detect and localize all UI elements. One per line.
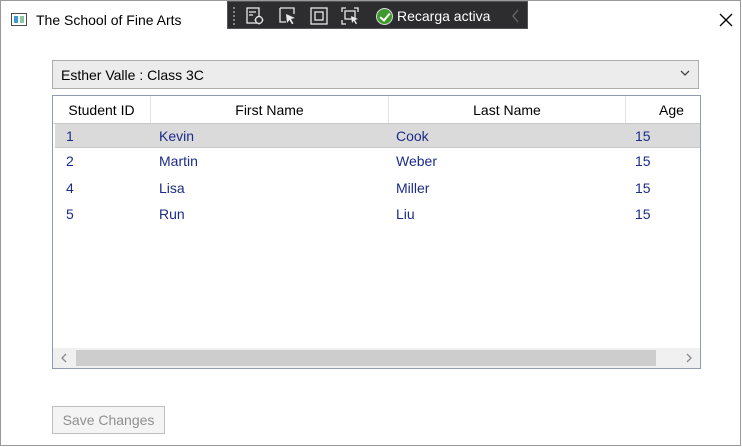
cell-age: 15	[635, 206, 651, 222]
hot-reload-status[interactable]: Recarga activa	[376, 7, 490, 25]
track-focus-icon	[341, 7, 359, 25]
window-app-icon	[11, 13, 27, 26]
column-header-student-id[interactable]: Student ID	[53, 96, 151, 123]
scroll-left-button[interactable]	[55, 350, 73, 366]
app-window: The School of Fine Arts Recarga activa E…	[0, 0, 741, 446]
check-circle-icon	[376, 7, 393, 25]
horizontal-scrollbar[interactable]	[53, 348, 700, 368]
close-icon	[719, 13, 733, 27]
cell-student-id: 4	[66, 180, 74, 196]
collapse-icon	[512, 9, 519, 23]
cell-student-id: 1	[66, 128, 74, 144]
toolbar-grip[interactable]	[232, 6, 236, 25]
cell-last-name: Liu	[396, 206, 415, 222]
select-element-icon	[279, 7, 295, 25]
cell-first-name: Run	[159, 206, 185, 222]
table-row[interactable]: 4 Lisa Miller 15	[55, 176, 700, 201]
chevron-right-icon	[686, 353, 692, 363]
track-focus-button[interactable]	[340, 6, 360, 26]
cell-last-name: Cook	[396, 128, 429, 144]
column-header-last-name[interactable]: Last Name	[389, 96, 626, 123]
cell-first-name: Kevin	[159, 128, 195, 144]
chevron-left-icon	[61, 353, 67, 363]
close-button[interactable]	[712, 1, 740, 39]
cell-age: 15	[635, 128, 651, 144]
save-changes-button[interactable]: Save Changes	[52, 406, 165, 434]
cell-age: 15	[635, 180, 651, 196]
class-selector[interactable]: Esther Valle : Class 3C	[52, 60, 699, 89]
scroll-right-button[interactable]	[680, 350, 698, 366]
table-row[interactable]: 5 Run Liu 15	[55, 202, 700, 227]
visual-tree-icon	[246, 7, 264, 25]
cell-student-id: 5	[66, 206, 74, 222]
datagrid-header: Student ID First Name Last Name Age	[53, 96, 700, 124]
chevron-down-icon	[680, 70, 690, 76]
scrollbar-thumb[interactable]	[76, 350, 656, 366]
select-element-button[interactable]	[278, 6, 298, 26]
table-row[interactable]: 1 Kevin Cook 15	[55, 123, 700, 148]
cell-first-name: Lisa	[159, 180, 185, 196]
hot-reload-label: Recarga activa	[397, 8, 491, 24]
layout-adorners-button[interactable]	[309, 6, 329, 26]
students-datagrid[interactable]: Student ID First Name Last Name Age 1 Ke…	[52, 95, 701, 369]
display-layout-adorners-icon	[310, 7, 328, 25]
cell-last-name: Miller	[396, 180, 430, 196]
column-header-age[interactable]: Age	[626, 96, 700, 123]
xaml-debug-toolbar: Recarga activa	[227, 1, 528, 29]
class-selector-value: Esther Valle : Class 3C	[61, 67, 204, 83]
window-title: The School of Fine Arts	[36, 12, 182, 28]
cell-first-name: Martin	[159, 153, 198, 169]
visual-tree-button[interactable]	[245, 6, 265, 26]
cell-age: 15	[635, 153, 651, 169]
cell-student-id: 2	[66, 153, 74, 169]
cell-last-name: Weber	[396, 153, 437, 169]
collapse-toolbar-button[interactable]	[509, 8, 523, 24]
column-header-first-name[interactable]: First Name	[151, 96, 389, 123]
table-row[interactable]: 2 Martin Weber 15	[55, 149, 700, 174]
